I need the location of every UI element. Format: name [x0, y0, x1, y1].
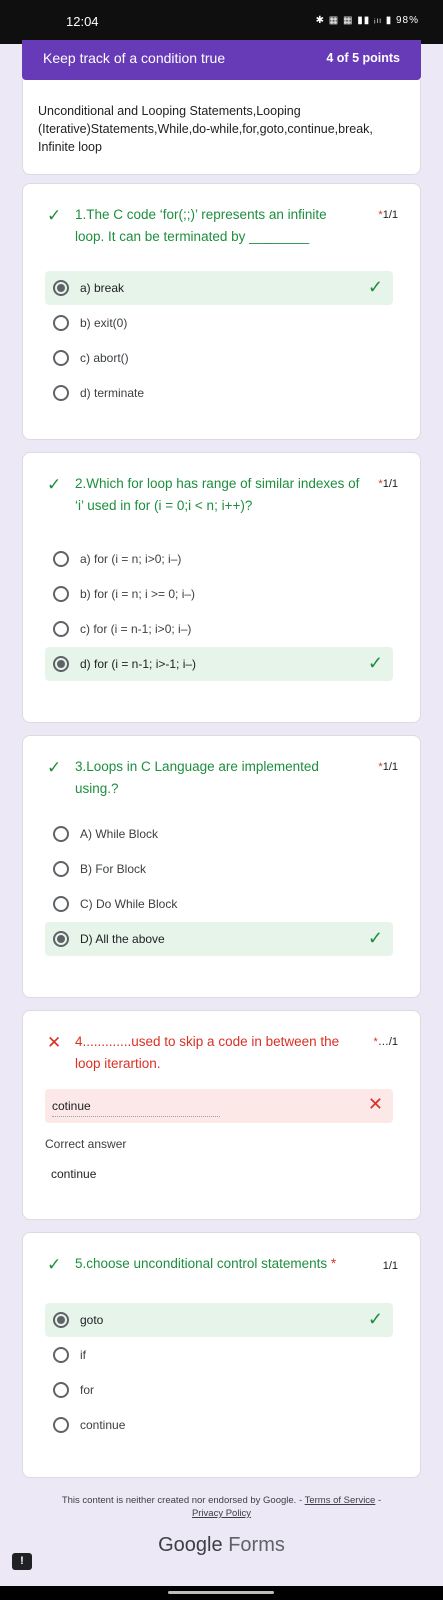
check-icon: ✓	[47, 1255, 62, 1274]
option-label: a) for (i = n; i>0; i–)	[80, 552, 182, 566]
form-title: Keep track of a condition true	[43, 50, 226, 66]
correct-answer-value: continue	[51, 1167, 97, 1181]
radio-button[interactable]	[53, 551, 69, 567]
question-title: 1.The C code ‘for(;;)’ represents an inf…	[75, 207, 327, 244]
option-label: b) exit(0)	[80, 316, 128, 330]
question-card-1: ✓ 1.The C code ‘for(;;)’ represents an i…	[22, 183, 421, 440]
question-score: 1/1	[382, 1260, 398, 1272]
option-c[interactable]: c) abort()	[45, 341, 393, 375]
option-d-selected[interactable]: D) All the above ✓	[45, 922, 393, 956]
radio-button[interactable]	[53, 280, 69, 296]
option-continue[interactable]: continue	[45, 1408, 393, 1442]
terms-link[interactable]: Terms of Service	[305, 1495, 376, 1506]
answer-text: cotinue	[52, 1099, 220, 1117]
option-b[interactable]: B) For Block	[45, 852, 393, 886]
radio-button[interactable]	[53, 1312, 69, 1328]
footer-disclaimer: This content is neither created nor endo…	[61, 1495, 382, 1519]
option-d[interactable]: d) terminate	[45, 376, 393, 410]
check-icon: ✓	[47, 206, 62, 225]
radio-button[interactable]	[53, 1347, 69, 1363]
question-score: *1/1	[378, 478, 398, 490]
radio-button[interactable]	[53, 1417, 69, 1433]
score-header: Keep track of a condition true 4 of 5 po…	[22, 40, 421, 80]
question-score: *…/1	[373, 1036, 398, 1048]
form-description: Unconditional and Looping Statements,Loo…	[38, 104, 373, 154]
option-if[interactable]: if	[45, 1338, 393, 1372]
option-label: if	[80, 1348, 86, 1362]
radio-button[interactable]	[53, 315, 69, 331]
navigation-bar	[0, 1586, 443, 1600]
disclaimer-text: This content is neither created nor endo…	[61, 1495, 303, 1506]
option-label: c) for (i = n-1; i>0; i–)	[80, 622, 192, 636]
status-time: 12:04	[66, 14, 99, 29]
option-label: C) Do While Block	[80, 897, 178, 911]
option-label: goto	[80, 1313, 104, 1327]
radio-button[interactable]	[53, 656, 69, 672]
option-label: b) for (i = n; i >= 0; i–)	[80, 587, 196, 601]
radio-button[interactable]	[53, 931, 69, 947]
option-a-selected[interactable]: a) break ✓	[45, 271, 393, 305]
check-icon: ✓	[367, 277, 383, 297]
privacy-link[interactable]: Privacy Policy	[192, 1508, 251, 1519]
google-forms-logo[interactable]: Google Forms	[0, 1534, 443, 1557]
question-title: 3.Loops in C Language are implemented us…	[75, 759, 319, 796]
option-label: B) For Block	[80, 862, 147, 876]
option-label: A) While Block	[80, 827, 159, 841]
total-score: 4 of 5 points	[326, 51, 400, 65]
option-label: c) abort()	[80, 351, 129, 365]
option-b[interactable]: b) for (i = n; i >= 0; i–)	[45, 577, 393, 611]
question-card-3: ✓ 3.Loops in C Language are implemented …	[22, 735, 421, 998]
check-icon: ✓	[367, 653, 383, 673]
check-icon: ✓	[367, 928, 383, 948]
radio-button[interactable]	[53, 896, 69, 912]
option-label: a) break	[80, 281, 125, 295]
short-answer-response[interactable]: cotinue ✕	[45, 1089, 393, 1123]
home-gesture-handle[interactable]	[168, 1591, 274, 1594]
check-icon: ✓	[367, 1309, 383, 1329]
check-icon: ✓	[47, 475, 62, 494]
correct-answer-label: Correct answer	[45, 1137, 127, 1151]
radio-button[interactable]	[53, 586, 69, 602]
radio-button[interactable]	[53, 350, 69, 366]
question-card-4: ✕ 4.............used to skip a code in b…	[22, 1010, 421, 1220]
logo-forms: Forms	[228, 1534, 285, 1556]
question-score: *1/1	[378, 761, 398, 773]
close-icon: ✕	[47, 1033, 62, 1052]
option-label: continue	[80, 1418, 126, 1432]
option-a[interactable]: A) While Block	[45, 817, 393, 851]
option-c[interactable]: c) for (i = n-1; i>0; i–)	[45, 612, 393, 646]
check-icon: ✓	[47, 758, 62, 777]
question-card-5: ✓ 5.choose unconditional control stateme…	[22, 1232, 421, 1478]
radio-button[interactable]	[53, 385, 69, 401]
radio-button[interactable]	[53, 826, 69, 842]
option-for[interactable]: for	[45, 1373, 393, 1407]
question-card-2: ✓ 2.Which for loop has range of similar …	[22, 452, 421, 723]
status-bar: 12:04 ✱ ▦ ▦ ▮▮ ᵢₗₗ ▮ 98%	[0, 0, 443, 44]
feedback-icon[interactable]: !	[12, 1553, 32, 1570]
question-score: *1/1	[378, 209, 398, 221]
option-label: D) All the above	[80, 932, 165, 946]
question-title: 4.............used to skip a code in bet…	[75, 1034, 340, 1071]
option-label: d) for (i = n-1; i>-1; i–)	[80, 657, 197, 671]
option-goto-selected[interactable]: goto ✓	[45, 1303, 393, 1337]
option-b[interactable]: b) exit(0)	[45, 306, 393, 340]
option-d-selected[interactable]: d) for (i = n-1; i>-1; i–) ✓	[45, 647, 393, 681]
option-c[interactable]: C) Do While Block	[45, 887, 393, 921]
required-star: *	[330, 1256, 337, 1271]
radio-button[interactable]	[53, 1382, 69, 1398]
close-icon: ✕	[367, 1094, 383, 1114]
logo-google: Google	[158, 1534, 223, 1556]
question-title: 2.Which for loop has range of similar in…	[75, 476, 360, 513]
radio-button[interactable]	[53, 861, 69, 877]
question-title: 5.choose unconditional control statement…	[75, 1256, 337, 1271]
option-a[interactable]: a) for (i = n; i>0; i–)	[45, 542, 393, 576]
radio-button[interactable]	[53, 621, 69, 637]
form-description-card: Unconditional and Looping Statements,Loo…	[22, 80, 421, 175]
status-icons: ✱ ▦ ▦ ▮▮ ᵢₗₗ ▮ 98%	[315, 15, 419, 26]
option-label: d) terminate	[80, 386, 145, 400]
option-label: for	[80, 1383, 95, 1397]
